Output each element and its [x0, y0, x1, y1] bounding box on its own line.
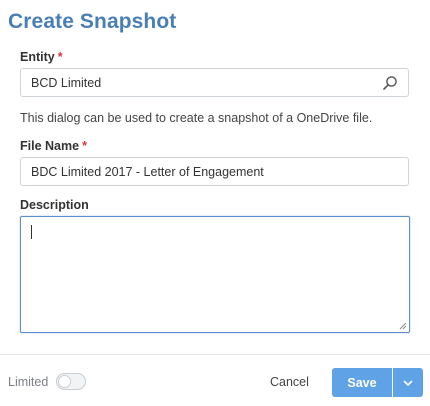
entity-value: BCD Limited — [31, 75, 102, 90]
save-options-button[interactable] — [393, 368, 423, 397]
chevron-down-icon — [403, 379, 413, 386]
file-name-label: File Name * — [20, 139, 87, 153]
cancel-button[interactable]: Cancel — [270, 375, 309, 389]
dialog-title: Create Snapshot — [8, 10, 177, 33]
resize-grip-icon[interactable] — [399, 322, 407, 330]
file-name-label-text: File Name — [20, 139, 80, 153]
save-button[interactable]: Save — [332, 368, 392, 397]
description-textarea[interactable] — [20, 216, 410, 333]
help-text: This dialog can be used to create a snap… — [20, 111, 373, 125]
file-name-value: BDC Limited 2017 - Letter of Engagement — [31, 164, 264, 179]
entity-lookup-field[interactable]: BCD Limited — [20, 68, 409, 97]
entity-label-text: Entity — [20, 50, 55, 64]
text-caret — [31, 225, 32, 239]
entity-label: Entity * — [20, 50, 63, 64]
description-label: Description — [20, 198, 89, 212]
footer-divider — [0, 354, 430, 355]
limited-label: Limited — [8, 375, 49, 389]
search-icon[interactable] — [382, 75, 398, 91]
limited-toggle[interactable] — [56, 373, 86, 390]
toggle-knob — [58, 375, 71, 388]
file-name-input[interactable]: BDC Limited 2017 - Letter of Engagement — [20, 157, 409, 186]
required-mark: * — [82, 139, 87, 153]
required-mark: * — [57, 50, 63, 64]
